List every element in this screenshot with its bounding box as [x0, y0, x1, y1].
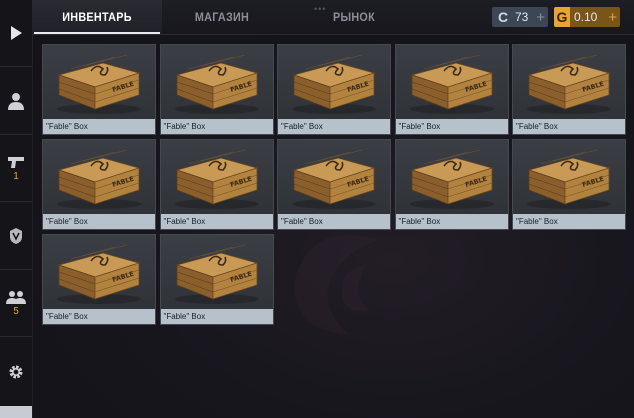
- crate-image: FABLE: [527, 149, 611, 209]
- emblem-icon: [10, 227, 22, 244]
- item-name: "Fable" Box: [278, 214, 390, 229]
- grip-dots-icon: •••: [314, 4, 327, 14]
- gear-icon: [9, 365, 23, 378]
- crate-image: FABLE: [409, 54, 494, 114]
- friends-count: 5: [13, 305, 19, 317]
- sidebar-item-clan[interactable]: [0, 202, 32, 270]
- item-name: "Fable" Box: [43, 214, 155, 229]
- sidebar-item-weapons[interactable]: 1: [0, 135, 32, 202]
- gold-balance: 0.10: [574, 10, 598, 24]
- top-bar: ИНВЕНТАРЬ МАГАЗИН РЫНОК ••• C 73 + G 0.1…: [32, 0, 634, 35]
- crate-image: FABLE: [57, 149, 141, 209]
- sidebar: 1 5: [0, 0, 33, 418]
- add-gold-button[interactable]: +: [608, 9, 617, 26]
- inventory-item[interactable]: FABLE "Fable" Box: [159, 234, 274, 325]
- item-name: "Fable" Box: [160, 214, 273, 229]
- inventory-item[interactable]: FABLE "Fable" Box: [42, 44, 156, 135]
- item-name: "Fable" Box: [160, 309, 273, 324]
- crate-image: FABLE: [527, 54, 611, 114]
- active-tab-underline: [34, 32, 160, 34]
- inventory-item[interactable]: FABLE "Fable" Box: [159, 139, 274, 230]
- crate-image: FABLE: [174, 54, 259, 114]
- sidebar-item-friends[interactable]: 5: [0, 270, 32, 337]
- play-icon: [11, 26, 22, 40]
- crate-image: FABLE: [57, 244, 141, 304]
- tab-inventory[interactable]: ИНВЕНТАРЬ: [39, 0, 156, 34]
- item-name: "Fable" Box: [513, 214, 625, 229]
- inventory-item[interactable]: FABLE "Fable" Box: [512, 139, 626, 230]
- sidebar-item-profile[interactable]: [0, 67, 32, 135]
- crate-image: FABLE: [174, 244, 259, 304]
- silver-coin-icon: C: [497, 9, 509, 25]
- inventory-item[interactable]: FABLE "Fable" Box: [394, 139, 509, 230]
- inventory-item[interactable]: FABLE "Fable" Box: [277, 44, 391, 135]
- item-name: "Fable" Box: [513, 119, 625, 134]
- crate-image: FABLE: [174, 149, 259, 209]
- profile-icon: [8, 92, 24, 110]
- inventory-item[interactable]: FABLE "Fable" Box: [42, 234, 156, 325]
- inventory-item[interactable]: FABLE "Fable" Box: [277, 139, 391, 230]
- inventory-item[interactable]: FABLE "Fable" Box: [512, 44, 626, 135]
- silver-balance: 73: [515, 10, 529, 24]
- item-name: "Fable" Box: [43, 119, 155, 134]
- sidebar-bottom-strip: [0, 406, 32, 418]
- sidebar-item-play[interactable]: [0, 0, 32, 67]
- friends-icon: [6, 290, 26, 304]
- tab-shop[interactable]: МАГАЗИН: [168, 0, 276, 34]
- crate-image: FABLE: [292, 149, 376, 209]
- inventory-item[interactable]: FABLE "Fable" Box: [159, 44, 274, 135]
- gold-coin-icon: G: [554, 7, 570, 27]
- item-name: "Fable" Box: [278, 119, 390, 134]
- gold-currency: G 0.10 +: [554, 7, 620, 27]
- weapons-count: 1: [13, 170, 19, 182]
- crate-image: FABLE: [409, 149, 494, 209]
- background-logo-watermark: [294, 235, 380, 335]
- inventory-item[interactable]: FABLE "Fable" Box: [394, 44, 509, 135]
- crate-image: FABLE: [57, 54, 141, 114]
- crate-image: FABLE: [292, 54, 376, 114]
- sidebar-item-settings[interactable]: [0, 337, 32, 406]
- add-silver-button[interactable]: +: [536, 9, 545, 26]
- pistol-icon: [8, 156, 24, 168]
- silver-currency: C 73 +: [492, 7, 548, 27]
- item-name: "Fable" Box: [160, 119, 273, 134]
- item-name: "Fable" Box: [395, 214, 508, 229]
- item-name: "Fable" Box: [43, 309, 155, 324]
- inventory-item[interactable]: FABLE "Fable" Box: [42, 139, 156, 230]
- item-name: "Fable" Box: [395, 119, 508, 134]
